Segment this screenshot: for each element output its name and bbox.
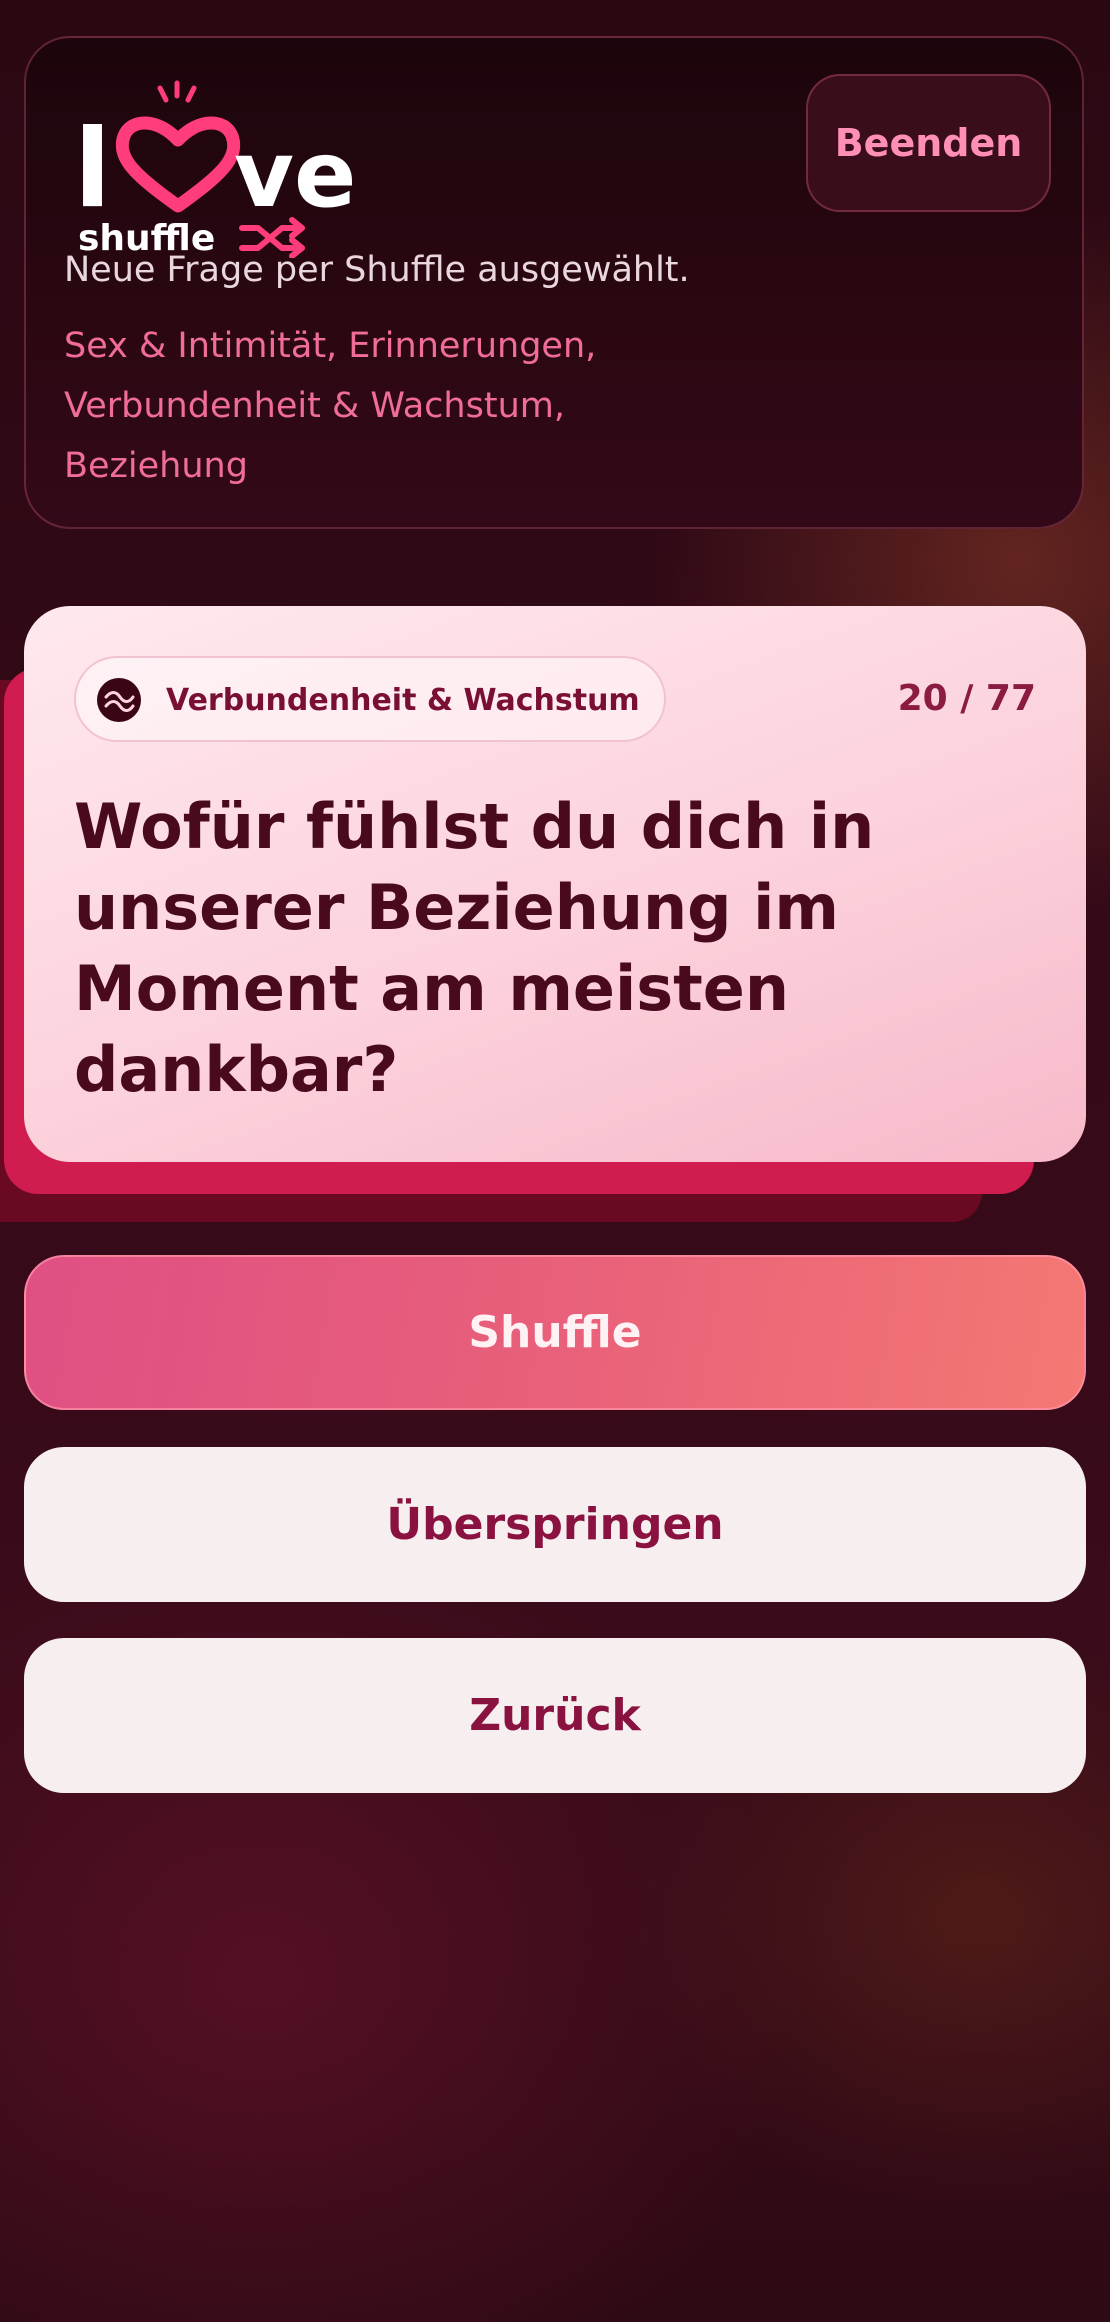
category-label: Verbundenheit & Wachstum (166, 683, 640, 718)
selected-categories-line: Verbundenheit & Wachstum, (64, 386, 565, 426)
question-counter: 20 / 77 (897, 678, 1036, 719)
category-badge: Verbundenheit & Wachstum (74, 656, 666, 742)
skip-button[interactable]: Überspringen (24, 1447, 1086, 1602)
wave-icon (97, 678, 141, 722)
status-message: Neue Frage per Shuffle ausgewählt. (64, 250, 690, 290)
question-card: Verbundenheit & Wachstum 20 / 77 Wofür f… (24, 606, 1086, 1162)
end-button[interactable]: Beenden (806, 74, 1051, 212)
header-card: l ve shuffle Beenden Neue Frage per Shuf… (24, 36, 1084, 529)
shuffle-button[interactable]: Shuffle (24, 1255, 1086, 1410)
selected-categories-line: Beziehung (64, 446, 248, 486)
selected-categories-line: Sex & Intimität, Erinnerungen, (64, 326, 597, 366)
selected-categories: Sex & Intimität, Erinnerungen, Verbunden… (64, 316, 704, 496)
heart-icon (115, 116, 241, 213)
back-button[interactable]: Zurück (24, 1638, 1086, 1793)
love-shuffle-logo: l ve shuffle (74, 80, 354, 258)
question-text: Wofür fühlst du dich in unserer Beziehun… (74, 790, 875, 1106)
svg-text:ve: ve (234, 121, 354, 228)
svg-text:l: l (74, 107, 111, 232)
